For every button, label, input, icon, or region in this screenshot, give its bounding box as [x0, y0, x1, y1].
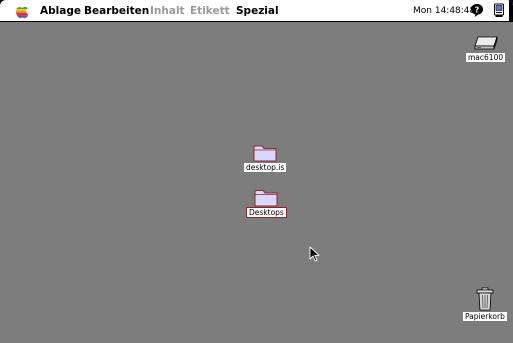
screen: Ablage Bearbeiten Inhalt Etikett Spezial… [0, 0, 513, 343]
menubar: Ablage Bearbeiten Inhalt Etikett Spezial… [0, 0, 513, 22]
icon-label: Papierkorb [463, 312, 507, 321]
apple-logo-icon[interactable] [15, 3, 30, 19]
menu-inhalt[interactable]: Inhalt [150, 4, 185, 18]
folder-desktop-is[interactable]: desktop.is [244, 143, 287, 172]
svg-text:?: ? [475, 5, 480, 14]
icon-label: desktop.is [244, 163, 287, 172]
balloon-help-icon[interactable]: ? [470, 3, 484, 18]
hard-disk-icon [474, 36, 498, 50]
menu-spezial[interactable]: Spezial [236, 4, 279, 18]
icon-label: Desktops [246, 207, 287, 218]
hard-disk-mac6100[interactable]: mac6100 [466, 34, 506, 62]
menu-etikett[interactable]: Etikett [190, 4, 230, 18]
application-menu-icon[interactable] [493, 3, 505, 18]
menubar-clock[interactable]: Mon 14:48:48 [413, 5, 475, 17]
folder-desktops[interactable]: Desktops [246, 187, 287, 218]
folder-icon [254, 190, 278, 207]
mouse-pointer-icon [309, 246, 320, 262]
menu-ablage[interactable]: Ablage [40, 4, 81, 18]
menu-bearbeiten[interactable]: Bearbeiten [84, 4, 149, 18]
icon-label: mac6100 [466, 53, 506, 62]
desktop[interactable]: Ablage Bearbeiten Inhalt Etikett Spezial… [0, 0, 513, 343]
trash-papierkorb[interactable]: Papierkorb [463, 287, 507, 321]
trash-icon [476, 287, 494, 311]
menubar-edge [509, 0, 513, 22]
folder-icon [253, 145, 277, 162]
